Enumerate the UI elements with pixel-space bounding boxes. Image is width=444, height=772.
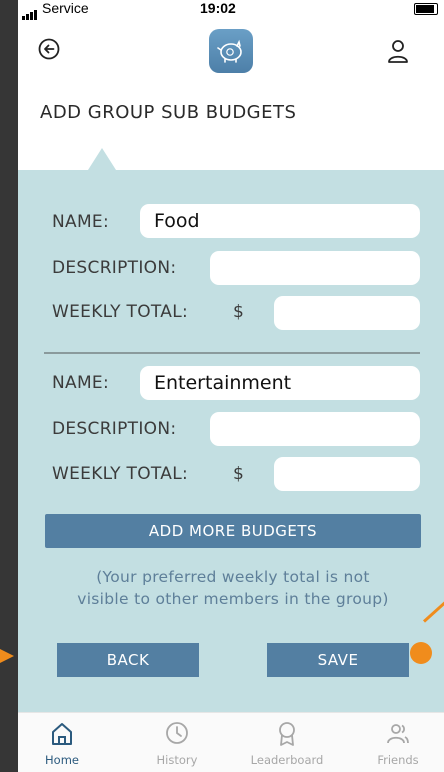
- annotation-dot: [410, 642, 432, 664]
- tab-label: History: [156, 753, 198, 767]
- description-label: DESCRIPTION:: [52, 258, 177, 278]
- weekly-total-label: WEEKLY TOTAL:: [52, 302, 188, 322]
- add-more-budgets-button[interactable]: ADD MORE BUDGETS: [45, 514, 421, 548]
- weekly-total-label: WEEKLY TOTAL:: [52, 464, 188, 484]
- privacy-note-line: visible to other members in the group): [77, 590, 389, 608]
- privacy-note-line: (Your preferred weekly total is not: [96, 568, 370, 586]
- users-icon: [387, 724, 409, 744]
- clock-icon: [166, 722, 188, 744]
- budget-name-input[interactable]: Food: [140, 204, 420, 238]
- profile-button[interactable]: [386, 38, 410, 64]
- tab-friends[interactable]: Friends: [358, 713, 438, 772]
- clock-time: 19:02: [200, 0, 236, 16]
- back-arrow-button[interactable]: [38, 38, 60, 60]
- carrier-label: Service: [42, 0, 89, 16]
- tab-history[interactable]: History: [137, 713, 217, 772]
- budget-description-input[interactable]: [210, 251, 420, 285]
- save-button[interactable]: SAVE: [267, 643, 409, 677]
- tab-home[interactable]: Home: [22, 713, 102, 772]
- name-label: NAME:: [52, 373, 109, 393]
- currency-symbol: $: [233, 302, 244, 322]
- privacy-note: (Your preferred weekly total is not visi…: [48, 566, 418, 610]
- annotation-arrow: [0, 649, 14, 663]
- tab-label: Friends: [377, 753, 419, 767]
- bottom-tab-bar: Home History Leaderboard Friends: [18, 712, 444, 772]
- battery-icon: [414, 3, 438, 15]
- weekly-total-input[interactable]: [274, 296, 420, 330]
- piggy-bank-logo: [209, 29, 253, 73]
- tab-leaderboard[interactable]: Leaderboard: [247, 713, 327, 772]
- status-bar: Service 19:02: [18, 0, 444, 20]
- phone-screen: Service 19:02 ADD GROUP SUB BUDGETS NAME…: [18, 0, 444, 772]
- signal-icon: [22, 4, 38, 20]
- user-icon: [388, 40, 408, 63]
- home-icon: [52, 723, 72, 745]
- weekly-total-input[interactable]: [274, 457, 420, 491]
- award-icon: [279, 722, 295, 746]
- tab-label: Home: [45, 753, 79, 767]
- back-button[interactable]: BACK: [57, 643, 199, 677]
- tab-label: Leaderboard: [250, 753, 324, 767]
- piggy-bank-icon: [217, 39, 242, 63]
- budget-name-input[interactable]: Entertainment: [140, 366, 420, 400]
- budget-description-input[interactable]: [210, 412, 420, 446]
- panel-notch: [88, 148, 116, 170]
- page-title: ADD GROUP SUB BUDGETS: [40, 102, 297, 123]
- description-label: DESCRIPTION:: [52, 419, 177, 439]
- currency-symbol: $: [233, 464, 244, 484]
- divider: [44, 352, 420, 354]
- name-label: NAME:: [52, 212, 109, 232]
- back-arrow-icon: [38, 38, 60, 60]
